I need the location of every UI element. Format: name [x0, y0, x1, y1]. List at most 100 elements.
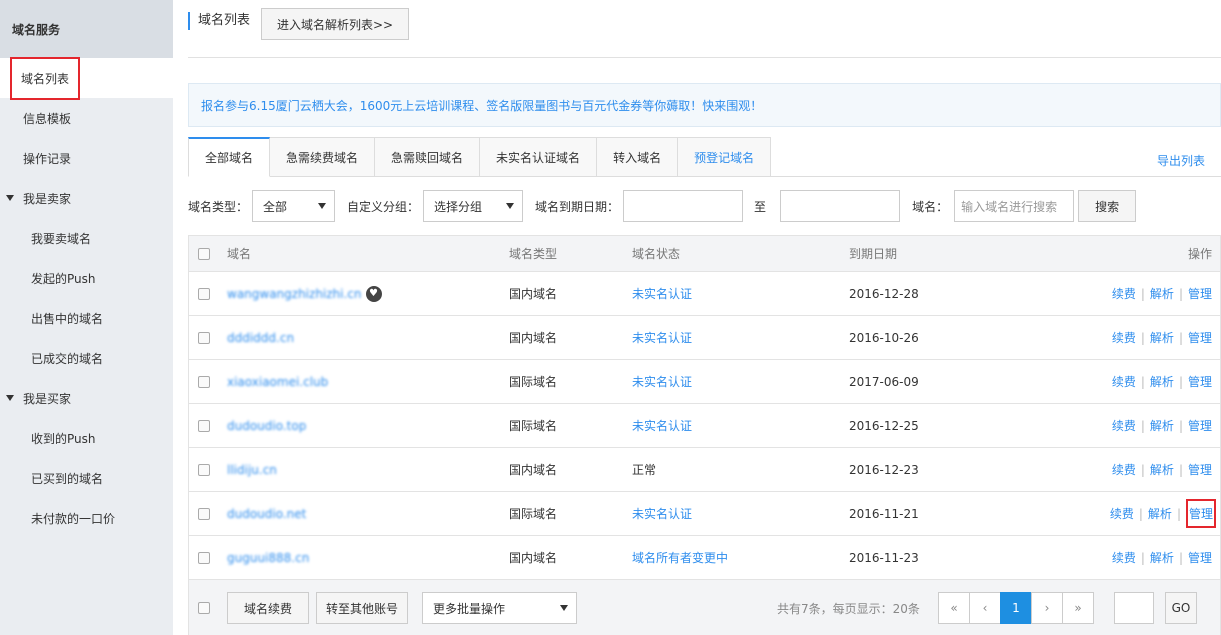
row-checkbox[interactable] [198, 287, 210, 300]
manage-link[interactable]: 管理 [1188, 549, 1212, 566]
page-jump-input[interactable] [1114, 592, 1154, 624]
prev-page-button[interactable]: ‹ [969, 592, 1001, 624]
domain-name-cell[interactable]: llidiju.cn [227, 463, 277, 477]
manage-link[interactable]: 管理 [1188, 373, 1212, 390]
domain-name-cell[interactable]: guguui888.cn [227, 551, 309, 565]
sidebar-item-label: 操作记录 [23, 151, 72, 166]
sidebar-item-operation-log[interactable]: 操作记录 [0, 138, 173, 178]
domain-name-cell[interactable]: wangwangzhizhizhi.cn ♥ [227, 285, 382, 302]
date-from-input[interactable] [623, 190, 744, 222]
sidebar-item-sent-push[interactable]: 发起的Push [0, 258, 173, 298]
sidebar-group-seller[interactable]: 我是卖家 [0, 178, 173, 218]
sidebar-item-received-push[interactable]: 收到的Push [0, 418, 173, 458]
resolve-link[interactable]: 解析 [1150, 461, 1174, 478]
first-page-button[interactable]: « [938, 592, 970, 624]
domain-status[interactable]: 域名所有者变更中 [632, 549, 728, 566]
page-1-button[interactable]: 1 [1000, 592, 1032, 624]
domain-search-label: 域名： [912, 199, 949, 214]
group-select[interactable]: 选择分组 [423, 190, 524, 222]
row-checkbox[interactable] [198, 463, 210, 476]
domain-name-cell[interactable]: dudoudio.top [227, 419, 306, 433]
manage-link-highlighted[interactable]: 管理 [1185, 499, 1216, 528]
domain-name[interactable]: wangwangzhizhizhi.cn [227, 287, 362, 301]
resolve-link[interactable]: 解析 [1148, 505, 1172, 522]
pagination: « ‹ 1 › » [938, 592, 1094, 624]
domain-name[interactable]: guguui888.cn [227, 551, 309, 565]
sidebar-item-sold[interactable]: 已成交的域名 [0, 338, 173, 378]
row-checkbox[interactable] [198, 331, 210, 344]
table-footer: 域名续费 转至其他账号 更多批量操作 共有7条，每页显示：20条 « ‹ 1 ›… [189, 580, 1220, 635]
renew-link[interactable]: 续费 [1112, 373, 1136, 390]
domain-name-cell[interactable]: xiaoxiaomei.club [227, 375, 328, 389]
tab-preregistered[interactable]: 预登记域名 [678, 137, 772, 177]
renew-link[interactable]: 续费 [1112, 417, 1136, 434]
resolve-link[interactable]: 解析 [1150, 417, 1174, 434]
notice-text[interactable]: 报名参与6.15厦门云栖大会，1600元上云培训课程、签名版限量图书与百元代金券… [201, 97, 762, 114]
row-checkbox[interactable] [198, 507, 210, 520]
sidebar-item-domain-list[interactable]: 域名列表 [0, 56, 173, 100]
export-list-link[interactable]: 导出列表 [1157, 152, 1205, 169]
manage-link[interactable]: 管理 [1188, 285, 1212, 302]
batch-renew-button[interactable]: 域名续费 [227, 592, 309, 624]
notice-banner[interactable]: 报名参与6.15厦门云栖大会，1600元上云培训课程、签名版限量图书与百元代金券… [188, 83, 1221, 127]
resolve-link[interactable]: 解析 [1150, 329, 1174, 346]
sidebar-item-bought[interactable]: 已买到的域名 [0, 458, 173, 498]
domain-status[interactable]: 未实名认证 [632, 329, 692, 346]
domain-name[interactable]: dudoudio.net [227, 507, 306, 521]
domain-status[interactable]: 未实名认证 [632, 285, 692, 302]
renew-link[interactable]: 续费 [1112, 549, 1136, 566]
domain-status[interactable]: 未实名认证 [632, 505, 692, 522]
sidebar-item-on-sale[interactable]: 出售中的域名 [0, 298, 173, 338]
sidebar-item-info-template[interactable]: 信息模板 [0, 98, 173, 138]
sidebar-item-unpaid[interactable]: 未付款的一口价 [0, 498, 173, 538]
domain-status[interactable]: 未实名认证 [632, 417, 692, 434]
row-actions: 续费 | 解析 | 管理 [1112, 461, 1212, 478]
batch-actions-select[interactable]: 更多批量操作 [422, 592, 577, 624]
sidebar-title: 域名服务 [0, 0, 173, 58]
select-all-checkbox[interactable] [198, 247, 210, 260]
row-checkbox[interactable] [198, 419, 210, 432]
sidebar-group-buyer[interactable]: 我是买家 [0, 378, 173, 418]
row-checkbox[interactable] [198, 375, 210, 388]
manage-link[interactable]: 管理 [1188, 461, 1212, 478]
separator: | [1178, 418, 1183, 433]
heart-badge-icon: ♥ [365, 285, 382, 302]
col-header-name: 域名 [227, 247, 252, 261]
renew-link[interactable]: 续费 [1110, 505, 1134, 522]
next-page-button[interactable]: › [1031, 592, 1063, 624]
renew-link[interactable]: 续费 [1112, 329, 1136, 346]
last-page-button[interactable]: » [1062, 592, 1094, 624]
tab-renew-urgent[interactable]: 急需续费域名 [270, 137, 376, 177]
dns-list-button[interactable]: 进入域名解析列表>> [261, 8, 410, 40]
row-checkbox[interactable] [198, 551, 210, 564]
tab-unverified[interactable]: 未实名认证域名 [480, 137, 598, 177]
domain-name[interactable]: dddiddd.cn [227, 331, 294, 345]
domain-name[interactable]: llidiju.cn [227, 463, 277, 477]
domain-name[interactable]: dudoudio.top [227, 419, 306, 433]
resolve-link[interactable]: 解析 [1150, 373, 1174, 390]
renew-link[interactable]: 续费 [1112, 461, 1136, 478]
footer-select-all-checkbox[interactable] [198, 602, 210, 614]
resolve-link[interactable]: 解析 [1150, 549, 1174, 566]
domain-name[interactable]: xiaoxiaomei.club [227, 375, 328, 389]
domain-name-cell[interactable]: dudoudio.net [227, 507, 306, 521]
separator: | [1178, 330, 1183, 345]
tab-transfer-in[interactable]: 转入域名 [597, 137, 679, 177]
tab-redeem-urgent[interactable]: 急需赎回域名 [375, 137, 481, 177]
resolve-link[interactable]: 解析 [1150, 285, 1174, 302]
sidebar-item-sell-domain[interactable]: 我要卖域名 [0, 218, 173, 258]
go-button[interactable]: GO [1165, 592, 1197, 624]
renew-link[interactable]: 续费 [1112, 285, 1136, 302]
transfer-account-button[interactable]: 转至其他账号 [316, 592, 408, 624]
date-to-input[interactable] [780, 190, 901, 222]
manage-link[interactable]: 管理 [1188, 329, 1212, 346]
domain-type-select[interactable]: 全部 [252, 190, 336, 222]
tab-all-domains[interactable]: 全部域名 [188, 137, 271, 177]
sidebar-item-label: 未付款的一口价 [31, 511, 116, 526]
domain-name-cell[interactable]: dddiddd.cn [227, 331, 294, 345]
manage-link[interactable]: 管理 [1188, 417, 1212, 434]
domain-status[interactable]: 未实名认证 [632, 373, 692, 390]
search-button[interactable]: 搜索 [1078, 190, 1137, 222]
expiry-date: 2016-11-23 [849, 550, 919, 565]
domain-search-input[interactable]: 输入域名进行搜索 [954, 190, 1075, 222]
